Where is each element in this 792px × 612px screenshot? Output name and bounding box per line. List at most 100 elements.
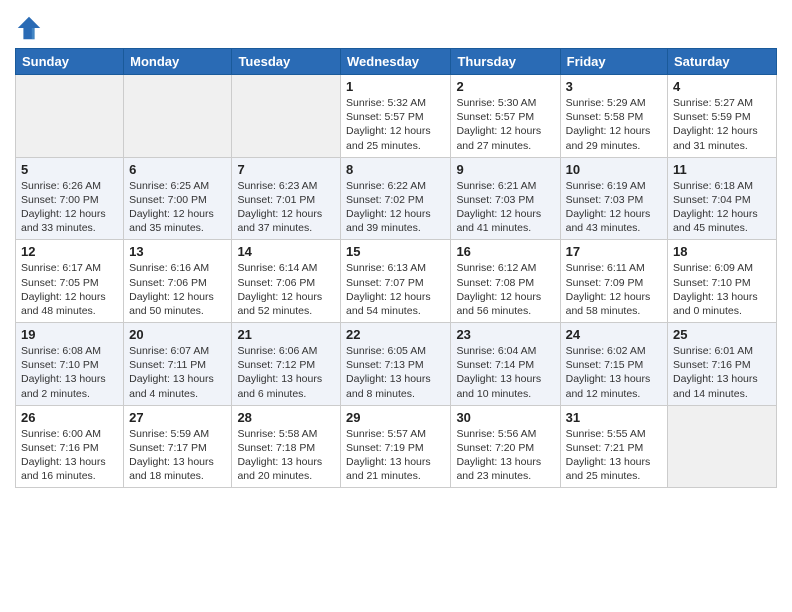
calendar-cell (124, 75, 232, 158)
calendar-cell: 27 Sunrise: 5:59 AM Sunset: 7:17 PM Dayli… (124, 405, 232, 488)
calendar-header-saturday: Saturday (668, 49, 777, 75)
day-number: 27 (129, 410, 226, 425)
calendar-cell: 26Sunrise: 6:00 AM Sunset: 7:16 PM Dayli… (16, 405, 124, 488)
day-number: 30 (456, 410, 554, 425)
calendar-cell: 25 Sunrise: 6:01 AM Sunset: 7:16 PM Dayli… (668, 323, 777, 406)
calendar-cell: 20 Sunrise: 6:07 AM Sunset: 7:11 PM Dayli… (124, 323, 232, 406)
day-info: Sunrise: 6:25 AM Sunset: 7:00 PM Dayligh… (129, 179, 226, 236)
day-info: Sunrise: 5:30 AM Sunset: 5:57 PM Dayligh… (456, 96, 554, 153)
calendar-cell: 4 Sunrise: 5:27 AM Sunset: 5:59 PM Daylig… (668, 75, 777, 158)
day-number: 9 (456, 162, 554, 177)
calendar-cell: 1 Sunrise: 5:32 AM Sunset: 5:57 PM Daylig… (341, 75, 451, 158)
day-info: Sunrise: 5:58 AM Sunset: 7:18 PM Dayligh… (237, 427, 335, 484)
logo-icon (15, 14, 43, 42)
calendar-cell: 28Sunrise: 5:58 AM Sunset: 7:18 PM Dayli… (232, 405, 341, 488)
day-info: Sunrise: 6:05 AM Sunset: 7:13 PM Dayligh… (346, 344, 445, 401)
day-info: Sunrise: 5:57 AM Sunset: 7:19 PM Dayligh… (346, 427, 445, 484)
day-info: Sunrise: 6:16 AM Sunset: 7:06 PM Dayligh… (129, 261, 226, 318)
day-number: 3 (566, 79, 662, 94)
header (15, 10, 777, 42)
calendar-cell: 24 Sunrise: 6:02 AM Sunset: 7:15 PM Dayli… (560, 323, 667, 406)
day-info: Sunrise: 6:04 AM Sunset: 7:14 PM Dayligh… (456, 344, 554, 401)
day-number: 8 (346, 162, 445, 177)
day-number: 18 (673, 244, 771, 259)
day-info: Sunrise: 6:12 AM Sunset: 7:08 PM Dayligh… (456, 261, 554, 318)
day-number: 21 (237, 327, 335, 342)
day-info: Sunrise: 6:26 AM Sunset: 7:00 PM Dayligh… (21, 179, 118, 236)
day-number: 5 (21, 162, 118, 177)
day-number: 11 (673, 162, 771, 177)
day-number: 25 (673, 327, 771, 342)
calendar-cell: 8 Sunrise: 6:22 AM Sunset: 7:02 PM Daylig… (341, 157, 451, 240)
day-info: Sunrise: 6:23 AM Sunset: 7:01 PM Dayligh… (237, 179, 335, 236)
calendar-header-sunday: Sunday (16, 49, 124, 75)
day-number: 10 (566, 162, 662, 177)
calendar-header-tuesday: Tuesday (232, 49, 341, 75)
calendar-cell: 13 Sunrise: 6:16 AM Sunset: 7:06 PM Dayli… (124, 240, 232, 323)
calendar-header-wednesday: Wednesday (341, 49, 451, 75)
day-info: Sunrise: 5:32 AM Sunset: 5:57 PM Dayligh… (346, 96, 445, 153)
calendar-cell: 14Sunrise: 6:14 AM Sunset: 7:06 PM Dayli… (232, 240, 341, 323)
day-number: 20 (129, 327, 226, 342)
calendar-week-row: 12Sunrise: 6:17 AM Sunset: 7:05 PM Dayli… (16, 240, 777, 323)
calendar-week-row: 26Sunrise: 6:00 AM Sunset: 7:16 PM Dayli… (16, 405, 777, 488)
day-number: 31 (566, 410, 662, 425)
logo (15, 14, 47, 42)
calendar-cell: 22 Sunrise: 6:05 AM Sunset: 7:13 PM Dayli… (341, 323, 451, 406)
calendar-cell: 3 Sunrise: 5:29 AM Sunset: 5:58 PM Daylig… (560, 75, 667, 158)
calendar-cell: 2 Sunrise: 5:30 AM Sunset: 5:57 PM Daylig… (451, 75, 560, 158)
calendar-cell: 21 Sunrise: 6:06 AM Sunset: 7:12 PM Dayli… (232, 323, 341, 406)
day-info: Sunrise: 6:06 AM Sunset: 7:12 PM Dayligh… (237, 344, 335, 401)
calendar-cell: 17Sunrise: 6:11 AM Sunset: 7:09 PM Dayli… (560, 240, 667, 323)
day-info: Sunrise: 6:01 AM Sunset: 7:16 PM Dayligh… (673, 344, 771, 401)
calendar-cell: 11 Sunrise: 6:18 AM Sunset: 7:04 PM Dayli… (668, 157, 777, 240)
day-number: 6 (129, 162, 226, 177)
calendar-cell: 9 Sunrise: 6:21 AM Sunset: 7:03 PM Daylig… (451, 157, 560, 240)
day-number: 19 (21, 327, 118, 342)
day-info: Sunrise: 5:55 AM Sunset: 7:21 PM Dayligh… (566, 427, 662, 484)
calendar-week-row: 1 Sunrise: 5:32 AM Sunset: 5:57 PM Daylig… (16, 75, 777, 158)
calendar-cell: 19Sunrise: 6:08 AM Sunset: 7:10 PM Dayli… (16, 323, 124, 406)
calendar-header-monday: Monday (124, 49, 232, 75)
day-number: 4 (673, 79, 771, 94)
calendar-cell: 15Sunrise: 6:13 AM Sunset: 7:07 PM Dayli… (341, 240, 451, 323)
calendar-cell (232, 75, 341, 158)
calendar-cell: 7 Sunrise: 6:23 AM Sunset: 7:01 PM Daylig… (232, 157, 341, 240)
day-number: 17 (566, 244, 662, 259)
day-number: 2 (456, 79, 554, 94)
day-number: 24 (566, 327, 662, 342)
calendar-cell (668, 405, 777, 488)
day-info: Sunrise: 6:21 AM Sunset: 7:03 PM Dayligh… (456, 179, 554, 236)
day-info: Sunrise: 6:14 AM Sunset: 7:06 PM Dayligh… (237, 261, 335, 318)
day-number: 26 (21, 410, 118, 425)
day-number: 12 (21, 244, 118, 259)
calendar-header-friday: Friday (560, 49, 667, 75)
day-number: 13 (129, 244, 226, 259)
calendar-cell: 18Sunrise: 6:09 AM Sunset: 7:10 PM Dayli… (668, 240, 777, 323)
day-number: 16 (456, 244, 554, 259)
calendar-table: SundayMondayTuesdayWednesdayThursdayFrid… (15, 48, 777, 488)
calendar-header-thursday: Thursday (451, 49, 560, 75)
day-info: Sunrise: 5:59 AM Sunset: 7:17 PM Dayligh… (129, 427, 226, 484)
day-number: 22 (346, 327, 445, 342)
day-number: 15 (346, 244, 445, 259)
calendar-cell: 29 Sunrise: 5:57 AM Sunset: 7:19 PM Dayli… (341, 405, 451, 488)
day-info: Sunrise: 5:29 AM Sunset: 5:58 PM Dayligh… (566, 96, 662, 153)
day-info: Sunrise: 6:02 AM Sunset: 7:15 PM Dayligh… (566, 344, 662, 401)
day-info: Sunrise: 6:18 AM Sunset: 7:04 PM Dayligh… (673, 179, 771, 236)
day-number: 29 (346, 410, 445, 425)
calendar-cell: 10 Sunrise: 6:19 AM Sunset: 7:03 PM Dayli… (560, 157, 667, 240)
day-info: Sunrise: 6:19 AM Sunset: 7:03 PM Dayligh… (566, 179, 662, 236)
day-info: Sunrise: 6:22 AM Sunset: 7:02 PM Dayligh… (346, 179, 445, 236)
calendar-cell: 16 Sunrise: 6:12 AM Sunset: 7:08 PM Dayli… (451, 240, 560, 323)
calendar-cell: 30Sunrise: 5:56 AM Sunset: 7:20 PM Dayli… (451, 405, 560, 488)
day-number: 7 (237, 162, 335, 177)
calendar-cell: 31 Sunrise: 5:55 AM Sunset: 7:21 PM Dayli… (560, 405, 667, 488)
calendar-cell: 23Sunrise: 6:04 AM Sunset: 7:14 PM Dayli… (451, 323, 560, 406)
calendar-cell (16, 75, 124, 158)
calendar-cell: 5 Sunrise: 6:26 AM Sunset: 7:00 PM Daylig… (16, 157, 124, 240)
calendar-cell: 12Sunrise: 6:17 AM Sunset: 7:05 PM Dayli… (16, 240, 124, 323)
day-info: Sunrise: 5:27 AM Sunset: 5:59 PM Dayligh… (673, 96, 771, 153)
day-number: 1 (346, 79, 445, 94)
day-info: Sunrise: 6:07 AM Sunset: 7:11 PM Dayligh… (129, 344, 226, 401)
